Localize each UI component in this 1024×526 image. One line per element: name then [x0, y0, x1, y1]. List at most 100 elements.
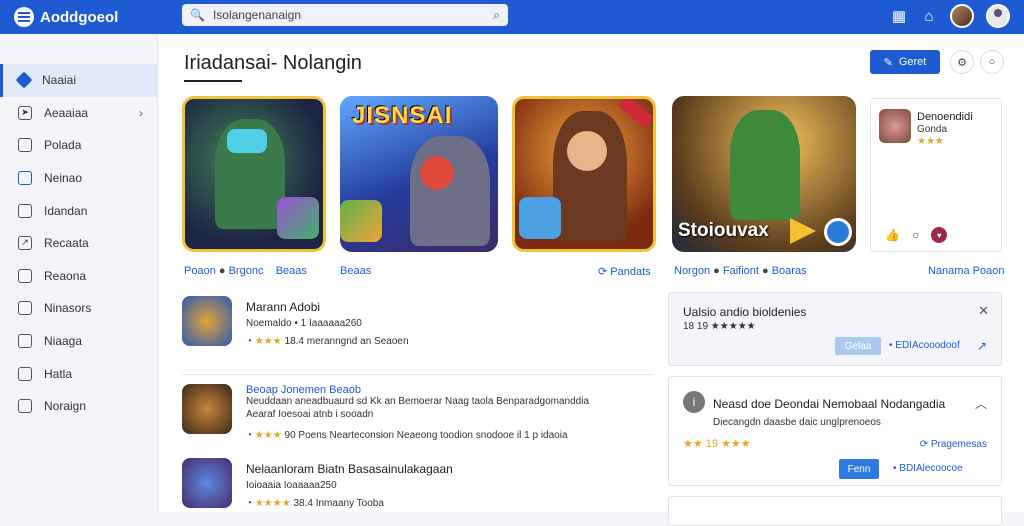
sidebar-item-10[interactable]: Hatla [0, 357, 157, 390]
chevron-up-icon[interactable]: ︿ [975, 395, 987, 412]
character-image [730, 110, 800, 220]
collapsed-panel[interactable] [668, 496, 1002, 526]
side-card-subtitle: Gonda [917, 124, 948, 135]
play-icon [790, 218, 816, 244]
heart-icon[interactable]: ♥ [931, 227, 948, 243]
settings-icon[interactable]: ⚙ [950, 50, 974, 74]
sidebar-item-9[interactable]: Niaaga [0, 325, 157, 358]
chevron-right-icon: › [139, 105, 143, 120]
main-content: Iriadansai- Nolangin ✎ Geret ⚙ ○ JISNSAI … [158, 34, 1024, 526]
file-icon [18, 366, 32, 381]
caption[interactable]: Beaas [340, 265, 371, 277]
diamond-icon [15, 71, 33, 89]
caption[interactable]: Poaon ● Brgonc Beaas [184, 265, 307, 277]
caption[interactable]: Nanama Poaon [928, 265, 1004, 277]
panel-link[interactable]: • BDIAlecoocoe [893, 463, 963, 474]
page-icon [18, 334, 32, 349]
featured-card-1[interactable] [182, 96, 326, 252]
title-underline [184, 80, 242, 82]
home-icon[interactable]: ⌂ [920, 8, 938, 25]
featured-card-3[interactable] [512, 96, 656, 252]
panel-link[interactable]: • EDIAcooodoof [889, 340, 960, 351]
grid-icon[interactable]: ▦ [890, 7, 908, 25]
top-bar: Aoddgoeol 🔍 Isolangenanaign ⌕ ▦ ⌂ [0, 0, 1024, 34]
list-item-subtitle: Neuddaan aneadbuaurd sd Kk an Bemoerar N… [246, 396, 590, 407]
app-badge-icon [519, 197, 561, 239]
robot-image [410, 136, 490, 246]
sidebar-item-3[interactable]: Polada [0, 129, 157, 162]
panel-title: Neasd doe Deondai Nemobaal Nodangadia [713, 397, 946, 411]
panel-title: Ualsio andio bioldenies [683, 305, 807, 319]
app-icon [182, 458, 232, 508]
square-icon [18, 203, 32, 218]
profile-icon[interactable] [986, 4, 1010, 28]
caption[interactable]: ⟳ Pandats [598, 265, 651, 278]
ribbon-icon [618, 99, 653, 129]
chart-icon: ↗ [18, 236, 32, 251]
arrow-icon[interactable]: ↗ [977, 339, 987, 353]
list-item-title: Beoap Jonemen Beaob [246, 384, 361, 396]
search-input[interactable]: Isolangenanaign [213, 8, 301, 22]
sidebar: Naaiai ➤ Aeaaiaa › Polada Neinao Idandan ↗… [0, 34, 158, 512]
sidebar-item-11[interactable]: Noraign [0, 390, 157, 423]
sidebar-item-7[interactable]: Reaona [0, 260, 157, 293]
info-panel: Ualsio andio bioldenies 18 19 ★★★★★ ✕ Ge… [668, 292, 1002, 366]
list-item-title: Nelaanloram Biatn Basasainulakagaan [246, 462, 453, 476]
featured-card-4[interactable]: Stoiouvax [672, 96, 856, 252]
search-bar[interactable]: 🔍 Isolangenanaign ⌕ [182, 4, 508, 26]
app-badge-icon [277, 197, 319, 239]
list-item[interactable]: Beoap Jonemen Beaob Neuddaan aneadbuaurd… [182, 384, 652, 444]
window-icon [18, 171, 32, 186]
face-image [567, 131, 607, 171]
sidebar-item-4[interactable]: Neinao [0, 162, 157, 195]
app-icon [182, 296, 232, 346]
edit-icon: ✎ [883, 56, 893, 69]
app-icon [182, 384, 232, 434]
app-title: Aoddgoeol [40, 8, 119, 26]
send-icon: ➤ [18, 105, 32, 120]
panel-link[interactable]: ⟳ Pragemesas [920, 439, 987, 450]
robot-eye-image [420, 156, 454, 190]
app-logo[interactable]: Aoddgoeol [14, 7, 118, 27]
panel-button[interactable]: Fenn [839, 459, 879, 479]
clock-icon: ◔ [246, 498, 253, 509]
sidebar-item-2[interactable]: ➤ Aeaaiaa › [0, 97, 157, 130]
image-icon [18, 268, 32, 283]
list-item[interactable]: Nelaanloram Biatn Basasainulakagaan Ioio… [182, 458, 652, 518]
detail-panel: i Neasd doe Deondai Nemobaal Nodangadia … [668, 376, 1002, 486]
card-title: Stoiouvax [678, 220, 769, 241]
avatar[interactable] [950, 4, 974, 28]
page-title: Iriadansai- Nolangin [184, 52, 362, 74]
sidebar-item-8[interactable]: Ninasors [0, 292, 157, 325]
app-badge-icon [340, 200, 382, 242]
side-card[interactable]: Denoendidi Gonda ★★★ 👍 ○ ♥ [870, 98, 1002, 252]
thumbs-up-icon[interactable]: 👍 [885, 228, 900, 242]
box-icon [18, 399, 32, 414]
search-submit-icon[interactable]: ⌕ [493, 8, 500, 23]
panel-rating: 18 19 ★★★★★ [683, 321, 756, 332]
panel-subtitle: Diecangdn daasbe daic unglprenoeos [713, 417, 881, 428]
panel-button[interactable]: Gelaa [835, 337, 881, 355]
logo-icon [14, 7, 34, 27]
divider [182, 374, 654, 375]
list-item[interactable]: Marann Adobi Noemaldo • 1 Iaaaaaa260 ◔ ★… [182, 296, 652, 356]
primary-button[interactable]: ✎ Geret [870, 50, 940, 74]
close-icon[interactable]: ✕ [978, 303, 989, 319]
list-item-subtitle: Ioioaaia Ioaaaaa250 [246, 480, 337, 491]
list-icon [18, 301, 32, 316]
doc-icon [18, 138, 32, 153]
info-circle-icon: i [683, 391, 705, 413]
search-icon: 🔍 [190, 8, 205, 22]
sidebar-item-5[interactable]: Idandan [0, 194, 157, 227]
visor-image [227, 129, 267, 153]
clock-icon: ◔ [246, 430, 253, 441]
sidebar-item-home[interactable]: Naaiai [0, 64, 157, 97]
rating-stars: ★★★ [917, 136, 944, 147]
featured-card-2[interactable]: JISNSAI [340, 96, 498, 252]
info-icon[interactable]: ○ [980, 50, 1004, 74]
list-item-title: Marann Adobi [246, 300, 321, 314]
comment-icon[interactable]: ○ [912, 228, 919, 242]
caption[interactable]: Norgon ● Faifiont ● Boaras [674, 265, 807, 277]
sidebar-item-6[interactable]: ↗ Recaata [0, 227, 157, 260]
card-title: JISNSAI [352, 102, 453, 129]
